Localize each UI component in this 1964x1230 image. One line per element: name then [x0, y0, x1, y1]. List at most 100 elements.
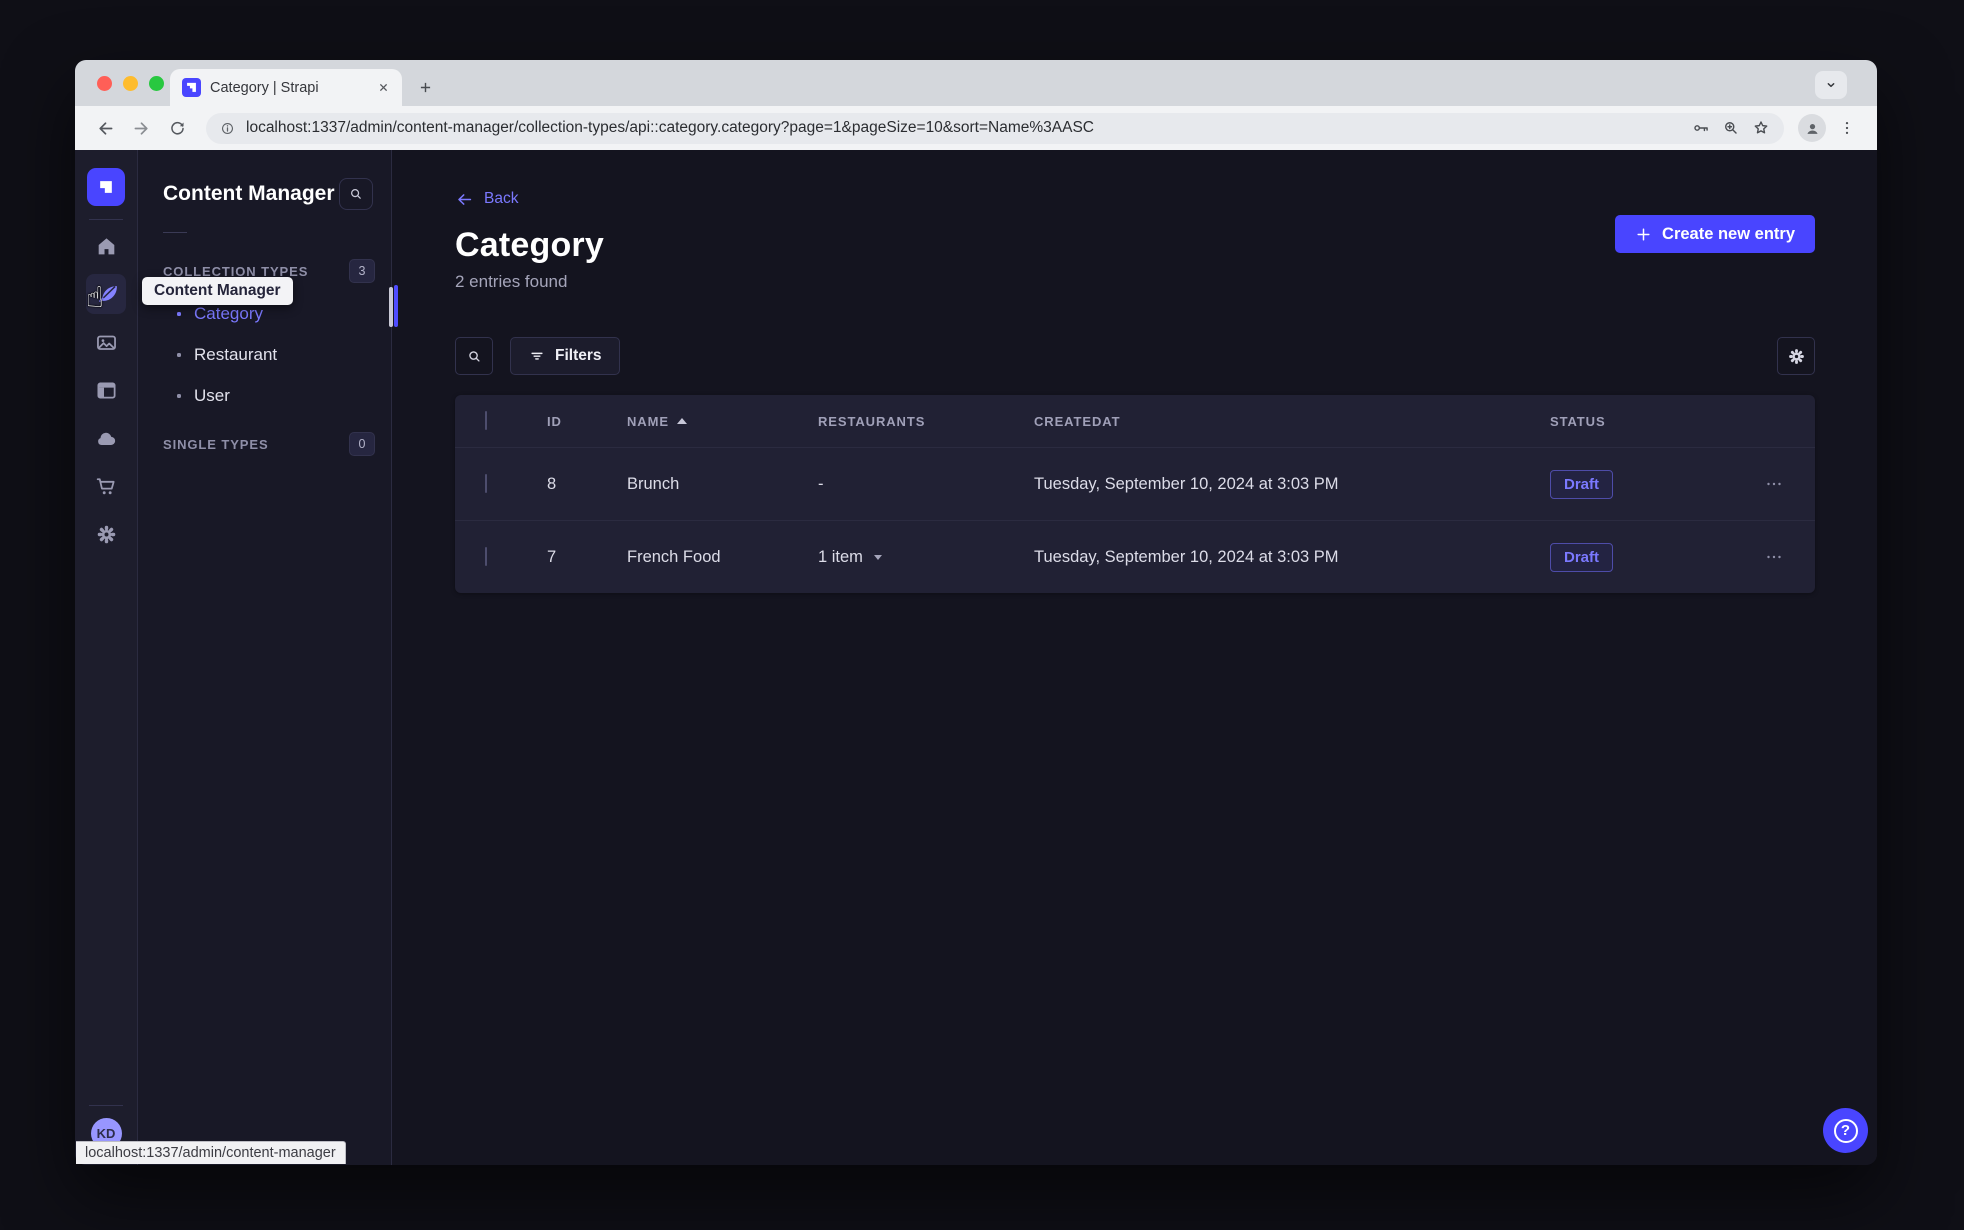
browser-status-bar-url: localhost:1337/admin/content-manager [76, 1141, 346, 1164]
collection-types-list: Category Restaurant User [138, 293, 391, 416]
row-checkbox[interactable] [485, 547, 487, 566]
filters-row: Filters [455, 337, 1815, 375]
row-actions-menu-icon[interactable] [1746, 473, 1815, 495]
filters-button[interactable]: Filters [510, 337, 620, 375]
search-icon[interactable] [339, 178, 373, 210]
kebab-menu-icon[interactable] [1832, 113, 1862, 143]
forward-icon[interactable] [126, 113, 156, 143]
content-manager-tooltip: Content Manager [142, 277, 293, 305]
filter-icon [531, 352, 543, 360]
rail-icons [86, 226, 126, 554]
status-badge: Draft [1550, 542, 1614, 572]
strapi-app: KD Content Manager COLLECTION TYPES 3 Ca… [75, 150, 1877, 1165]
help-button[interactable]: ? [1823, 1108, 1868, 1153]
browser-window: Category | Strapi localhost:1337/admin/c… [75, 60, 1877, 1165]
tab-title: Category | Strapi [210, 79, 319, 96]
bullet-icon [177, 393, 181, 398]
subnav-item-label: Restaurant [194, 344, 278, 364]
close-window-button[interactable] [97, 76, 112, 91]
column-header-name[interactable]: NAME [627, 414, 818, 429]
column-header-status: STATUS [1550, 413, 1606, 429]
subnav-title: Content Manager [163, 182, 335, 205]
table-header-row: ID NAME RESTAURANTS CREATEDAT STATUS [455, 395, 1815, 447]
column-header-id[interactable]: ID [547, 414, 627, 429]
back-icon[interactable] [90, 113, 120, 143]
window-controls [97, 76, 164, 91]
home-icon[interactable] [86, 226, 126, 266]
single-types-count-badge: 0 [349, 432, 375, 456]
cell-id: 7 [547, 547, 557, 566]
bullet-icon [177, 352, 181, 357]
active-item-indicator [393, 285, 398, 327]
cell-name: French Food [627, 547, 721, 566]
column-header-createdat[interactable]: CREATEDAT [1034, 414, 1550, 429]
collection-types-count-badge: 3 [349, 259, 375, 283]
url-text[interactable]: localhost:1337/admin/content-manager/col… [246, 119, 1681, 137]
rail-divider [89, 1105, 123, 1106]
subnav-scrollbar-thumb[interactable] [389, 287, 393, 327]
cell-createdat: Tuesday, September 10, 2024 at 3:03 PM [1034, 474, 1339, 493]
table-row[interactable]: 8 Brunch - Tuesday, September 10, 2024 a… [455, 447, 1815, 520]
table-settings-gear-icon[interactable] [1777, 337, 1815, 375]
bullet-icon [177, 311, 181, 316]
key-icon[interactable] [1691, 118, 1711, 138]
main-content: Back Category 2 entries found Create new… [392, 150, 1877, 1165]
reload-icon[interactable] [162, 113, 192, 143]
subnav-item-user[interactable]: User [138, 375, 391, 416]
cell-name: Brunch [627, 474, 680, 493]
zoom-window-button[interactable] [149, 76, 164, 91]
entries-table: ID NAME RESTAURANTS CREATEDAT STATUS 8 B… [455, 395, 1815, 593]
row-actions-menu-icon[interactable] [1746, 546, 1815, 568]
marketplace-icon[interactable] [86, 466, 126, 506]
cell-id: 8 [547, 474, 557, 493]
back-link[interactable]: Back [455, 188, 1815, 210]
minimize-window-button[interactable] [123, 76, 138, 91]
select-all-checkbox[interactable] [485, 411, 487, 430]
cell-createdat: Tuesday, September 10, 2024 at 3:03 PM [1034, 547, 1339, 566]
tab-close-icon[interactable] [374, 79, 392, 97]
info-icon[interactable] [219, 120, 236, 137]
search-icon[interactable] [455, 337, 493, 375]
cell-restaurants: - [818, 474, 824, 493]
nav-rail: KD [75, 150, 138, 1165]
question-mark-icon: ? [1833, 1118, 1858, 1143]
subnav-item-label: Category [194, 303, 263, 323]
browser-tabstrip: Category | Strapi [75, 60, 1877, 106]
browser-toolbar: localhost:1337/admin/content-manager/col… [75, 106, 1877, 150]
new-tab-button[interactable] [410, 72, 440, 102]
profile-icon[interactable] [1798, 114, 1826, 142]
subnav-item-restaurant[interactable]: Restaurant [138, 334, 391, 375]
filters-label: Filters [555, 347, 602, 364]
browser-tab[interactable]: Category | Strapi [170, 69, 402, 106]
subnav-divider [163, 232, 187, 233]
create-new-entry-button[interactable]: Create new entry [1615, 215, 1815, 253]
row-checkbox[interactable] [485, 474, 487, 493]
subnav-item-label: User [194, 385, 230, 405]
strapi-logo[interactable] [87, 168, 125, 206]
sort-ascending-icon [676, 418, 687, 424]
create-new-entry-label: Create new entry [1662, 224, 1795, 243]
rail-divider [89, 219, 123, 220]
settings-icon[interactable] [86, 514, 126, 554]
star-icon[interactable] [1751, 118, 1771, 138]
single-types-label: SINGLE TYPES [163, 436, 269, 452]
tab-search-chevron-icon[interactable] [1815, 71, 1847, 99]
media-library-icon[interactable] [86, 322, 126, 362]
page-title: Category [455, 226, 604, 264]
screenshot-stage: Category | Strapi localhost:1337/admin/c… [0, 0, 1964, 1230]
content-type-builder-icon[interactable] [86, 370, 126, 410]
plus-icon [1637, 227, 1650, 241]
table-row[interactable]: 7 French Food 1 item Tuesday, September … [455, 520, 1815, 593]
status-badge: Draft [1550, 469, 1614, 499]
url-bar[interactable]: localhost:1337/admin/content-manager/col… [206, 112, 1784, 144]
cell-restaurants[interactable]: 1 item [818, 548, 1034, 567]
zoom-plus-icon[interactable] [1721, 118, 1741, 138]
entries-count: 2 entries found [455, 272, 568, 291]
hand-cursor-icon: ☝ [86, 280, 104, 314]
back-arrow-icon [458, 193, 472, 205]
strapi-favicon-icon [182, 78, 201, 97]
column-header-restaurants[interactable]: RESTAURANTS [818, 414, 1034, 429]
chevron-down-icon [873, 554, 882, 560]
cloud-icon[interactable] [86, 418, 126, 458]
back-label: Back [484, 190, 519, 207]
